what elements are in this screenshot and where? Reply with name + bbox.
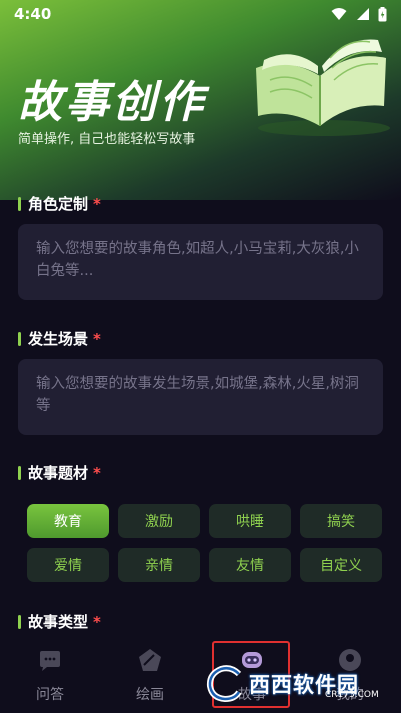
theme-chip-bedtime[interactable]: 哄睡 (209, 504, 291, 538)
theme-chip-friendship[interactable]: 友情 (209, 548, 291, 582)
battery-icon (378, 6, 387, 21)
status-bar: 4:40 (0, 0, 401, 28)
watermark-subtext: CR173.COM (325, 690, 379, 700)
section-character-title: 角色定制 * (18, 193, 101, 214)
section-scene-title: 发生场景 * (18, 328, 101, 349)
open-book-icon (256, 39, 390, 136)
theme-chip-love[interactable]: 爱情 (27, 548, 109, 582)
section-marker (18, 614, 21, 629)
required-mark: * (93, 194, 101, 213)
section-label: 发生场景 (28, 330, 89, 348)
section-label: 故事类型 (28, 613, 89, 631)
required-mark: * (93, 463, 101, 482)
section-type-title: 故事类型 * (18, 611, 101, 632)
status-time: 4:40 (14, 5, 52, 23)
theme-chip-education[interactable]: 教育 (27, 504, 109, 538)
section-marker (18, 331, 21, 346)
tab-drawing[interactable]: 绘画 (110, 648, 190, 708)
chat-bubble-icon (40, 651, 60, 671)
section-marker (18, 196, 21, 211)
signal-icon (357, 8, 369, 20)
watermark: 西西软件园 CR173.COM (205, 660, 385, 708)
page-subtitle: 简单操作, 自己也能轻松写故事 (18, 132, 196, 147)
page-title: 故事创作 (18, 77, 206, 128)
section-label: 角色定制 (28, 195, 89, 213)
required-mark: * (93, 612, 101, 631)
watermark-logo-icon (206, 665, 242, 703)
required-mark: * (93, 329, 101, 348)
wifi-icon (331, 8, 347, 20)
theme-chip-custom[interactable]: 自定义 (300, 548, 382, 582)
section-theme-title: 故事题材 * (18, 462, 101, 483)
palette-icon (139, 649, 161, 671)
scene-input[interactable]: 输入您想要的故事发生场景,如城堡,森林,火星,树洞等 (18, 359, 383, 435)
theme-chip-funny[interactable]: 搞笑 (300, 504, 382, 538)
theme-chip-inspire[interactable]: 激励 (118, 504, 200, 538)
section-marker (18, 465, 21, 480)
theme-chip-family[interactable]: 亲情 (118, 548, 200, 582)
section-label: 故事题材 (28, 464, 89, 482)
character-input-placeholder: 输入您想要的故事角色,如超人,小马宝莉,大灰狼,小白兔等... (36, 241, 359, 279)
tab-label: 绘画 (136, 687, 164, 703)
scene-input-placeholder: 输入您想要的故事发生场景,如城堡,森林,火星,树洞等 (36, 376, 359, 414)
character-input[interactable]: 输入您想要的故事角色,如超人,小马宝莉,大灰狼,小白兔等... (18, 224, 383, 300)
tab-label: 问答 (36, 687, 64, 703)
status-icons (331, 6, 387, 22)
tab-qa[interactable]: 问答 (10, 648, 90, 708)
